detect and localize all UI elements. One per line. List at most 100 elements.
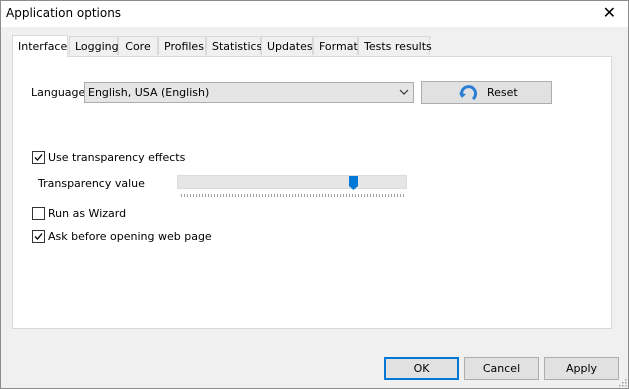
slider-tick [319,194,320,197]
slider-tick [292,194,293,197]
slider-ticks [181,194,404,197]
slider-tick [250,194,251,197]
wizard-checkbox[interactable] [32,207,45,220]
slider-tick [361,194,362,197]
cancel-button[interactable]: Cancel [464,357,539,380]
slider-tick [352,194,353,197]
slider-tick [298,194,299,197]
slider-tick [205,194,206,197]
slider-tick [265,194,266,197]
transparency-checkbox[interactable] [32,151,45,164]
transparency-checkbox-label: Use transparency effects [48,151,186,164]
slider-tick [304,194,305,197]
slider-tick [340,194,341,197]
slider-tick [391,194,392,197]
tab-interface[interactable]: Interface [12,35,68,57]
language-value: English, USA (English) [88,86,210,99]
slider-tick [229,194,230,197]
slider-tick [247,194,248,197]
slider-tick [331,194,332,197]
tab-statistics[interactable]: Statistics [206,36,262,55]
tab-logging[interactable]: Logging [69,36,119,55]
slider-tick [184,194,185,197]
tab-profiles[interactable]: Profiles [158,36,206,55]
slider-tick [256,194,257,197]
chevron-down-icon [399,89,409,95]
slider-tick [226,194,227,197]
slider-tick [280,194,281,197]
slider-tick [322,194,323,197]
slider-tick [232,194,233,197]
reset-button[interactable]: Reset [421,81,552,104]
slider-tick [202,194,203,197]
slider-tick [334,194,335,197]
slider-tick [310,194,311,197]
wizard-checkbox-label: Run as Wizard [48,207,127,220]
slider-tick [295,194,296,197]
slider-tick [355,194,356,197]
apply-button[interactable]: Apply [544,357,619,380]
slider-tick [211,194,212,197]
slider-tick [385,194,386,197]
ask-web-checkbox[interactable] [32,230,45,243]
slider-tick [307,194,308,197]
slider-tick [301,194,302,197]
slider-tick [268,194,269,197]
checkmark-icon [34,154,43,161]
slider-thumb[interactable] [349,176,358,190]
slider-tick [313,194,314,197]
checkmark-icon [34,233,43,240]
slider-tick [373,194,374,197]
slider-tick [259,194,260,197]
slider-tick [262,194,263,197]
slider-tick [328,194,329,197]
slider-tick [367,194,368,197]
slider-tick [208,194,209,197]
slider-tick [196,194,197,197]
slider-tick [193,194,194,197]
slider-tick [181,194,182,197]
slider-tick [364,194,365,197]
slider-tick [238,194,239,197]
tab-core[interactable]: Core [118,36,158,55]
slider-tick [199,194,200,197]
close-icon[interactable]: ✕ [603,3,616,22]
slider-tick [370,194,371,197]
tab-tests-results[interactable]: Tests results [358,36,432,55]
slider-tick [253,194,254,197]
slider-tick [325,194,326,197]
tab-updates[interactable]: Updates [261,36,313,55]
refresh-arrow-icon [459,85,478,101]
slider-tick [271,194,272,197]
slider-tick [316,194,317,197]
slider-tick [358,194,359,197]
language-label: Language: [31,86,89,99]
slider-tick [343,194,344,197]
slider-tick [382,194,383,197]
slider-tick [277,194,278,197]
ask-web-checkbox-label: Ask before opening web page [48,230,212,243]
slider-tick [349,194,350,197]
slider-tick [403,194,404,197]
slider-tick [394,194,395,197]
slider-tick [187,194,188,197]
tab-format[interactable]: Format [313,36,358,55]
title-bar: Application options ✕ [1,1,628,27]
slider-tick [235,194,236,197]
transparency-value-label: Transparency value [38,177,145,190]
slider-tick [274,194,275,197]
slider-tick [244,194,245,197]
window-title: Application options [6,6,122,20]
slider-tick [289,194,290,197]
slider-tick [214,194,215,197]
slider-tick [337,194,338,197]
slider-tick [388,194,389,197]
slider-tick [283,194,284,197]
slider-tick [220,194,221,197]
slider-tick [241,194,242,197]
ok-button[interactable]: OK [384,357,459,380]
slider-tick [400,194,401,197]
transparency-slider[interactable] [177,175,407,189]
resize-grip-icon[interactable] [617,377,627,387]
language-select[interactable]: English, USA (English) [84,82,414,103]
